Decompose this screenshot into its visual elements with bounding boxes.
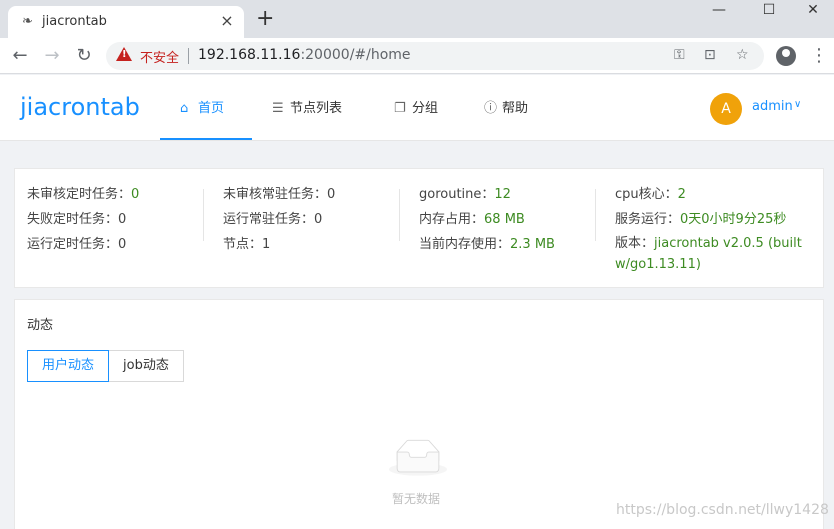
minimize-icon[interactable]: —: [696, 2, 742, 22]
stat-value: 0: [327, 187, 336, 202]
nav-active-indicator: [160, 138, 252, 140]
nav-group-label: 分组: [412, 101, 439, 116]
nav-home[interactable]: ⌂ 首页: [180, 97, 224, 141]
browser-tab[interactable]: ❧ jiacrontab ×: [8, 6, 244, 38]
nav-node-list[interactable]: ☰ 节点列表: [272, 97, 342, 141]
watermark: https://blog.csdn.net/llwy1428: [616, 502, 829, 518]
star-icon[interactable]: ☆: [736, 47, 749, 63]
leaf-icon: ❧: [22, 14, 33, 29]
more-menu-icon[interactable]: ⋮: [810, 44, 828, 68]
stats-divider: [399, 189, 400, 241]
forward-icon[interactable]: →: [40, 44, 64, 68]
home-icon: ⌂: [180, 101, 189, 116]
tab-user-activity[interactable]: 用户动态: [27, 350, 110, 382]
url-path: :20000/#/home: [300, 47, 411, 63]
translate-icon[interactable]: ⊡: [704, 47, 716, 63]
stat-value: 68 MB: [484, 212, 525, 227]
stats-column-1: 未审核定时任务：0 失败定时任务：0 运行定时任务：0: [27, 183, 139, 258]
stat-value: 12: [494, 187, 511, 202]
close-tab-icon[interactable]: ×: [218, 12, 236, 30]
tab-title: jiacrontab: [42, 14, 107, 29]
stat-row: 内存占用：68 MB: [419, 208, 555, 233]
tab-job-activity[interactable]: job动态: [109, 350, 184, 382]
stat-label: 节点：: [223, 237, 263, 252]
stat-value: 0: [131, 187, 140, 202]
address-bar[interactable]: 不安全 192.168.11.16:20000/#/home ⚿ ⊡ ☆: [106, 42, 764, 70]
address-divider: [188, 48, 189, 64]
copy-icon: ❐: [394, 101, 406, 116]
stat-label: 运行常驻任务：: [223, 212, 315, 227]
stat-label: 内存占用：: [419, 212, 485, 227]
nav-help[interactable]: ⓘ 帮助: [484, 97, 528, 141]
stat-row: 未审核定时任务：0: [27, 183, 139, 208]
insecure-label[interactable]: 不安全: [140, 47, 179, 66]
stat-label: 服务运行：: [615, 212, 681, 227]
stat-row: 版本：jiacrontab v2.0.5 (built w/go1.13.11): [615, 233, 815, 272]
stats-column-2: 未审核常驻任务：0 运行常驻任务：0 节点：1: [223, 183, 335, 258]
stat-row: 服务运行：0天0小时9分25秒: [615, 208, 815, 233]
stat-value: 0: [118, 237, 127, 252]
maximize-icon[interactable]: ☐: [746, 2, 792, 22]
stat-label: 运行定时任务：: [27, 237, 119, 252]
app-header: jiacrontab ⌂ 首页 ☰ 节点列表 ❐ 分组 ⓘ 帮助 A admin ∨: [0, 75, 834, 141]
empty-inbox-icon: [389, 439, 447, 476]
stats-column-4: cpu核心：2 服务运行：0天0小时9分25秒 版本：jiacrontab v2…: [615, 183, 815, 272]
stat-row: goroutine：12: [419, 183, 555, 208]
stats-card: 未审核定时任务：0 失败定时任务：0 运行定时任务：0 未审核常驻任务：0 运行…: [14, 168, 824, 288]
stat-label: 失败定时任务：: [27, 212, 119, 227]
stat-label: 未审核定时任务：: [27, 187, 132, 202]
back-icon[interactable]: ←: [8, 44, 32, 68]
browser-toolbar: ← → ↻ 不安全 192.168.11.16:20000/#/home ⚿ ⊡…: [0, 38, 834, 74]
url-text[interactable]: 192.168.11.16:20000/#/home: [198, 47, 411, 63]
stat-label: 版本：: [615, 236, 655, 251]
stat-value: 0: [118, 212, 127, 227]
stat-row: 运行常驻任务：0: [223, 208, 335, 233]
avatar[interactable]: A: [710, 93, 742, 125]
activity-title: 动态: [27, 318, 54, 333]
activity-card: 动态 用户动态 job动态 暂无数据: [14, 299, 824, 529]
stat-row: cpu核心：2: [615, 183, 815, 208]
key-icon[interactable]: ⚿: [674, 47, 685, 63]
stat-value: 0: [314, 212, 323, 227]
nav-node-list-label: 节点列表: [290, 101, 343, 116]
username[interactable]: admin: [752, 99, 793, 114]
stats-divider: [595, 189, 596, 241]
url-host: 192.168.11.16: [198, 47, 301, 63]
profile-icon[interactable]: [776, 46, 796, 66]
list-icon: ☰: [272, 101, 284, 116]
chevron-down-icon[interactable]: ∨: [794, 99, 801, 110]
stat-value: 2: [677, 187, 686, 202]
app-logo[interactable]: jiacrontab: [20, 93, 140, 121]
stat-value: 2.3 MB: [510, 237, 555, 252]
stats-column-3: goroutine：12 内存占用：68 MB 当前内存使用：2.3 MB: [419, 183, 555, 258]
stat-row: 失败定时任务：0: [27, 208, 139, 233]
stat-row: 未审核常驻任务：0: [223, 183, 335, 208]
window-close-icon[interactable]: ✕: [790, 2, 834, 22]
nav-home-label: 首页: [198, 101, 225, 116]
nav-help-label: 帮助: [502, 101, 529, 116]
stat-row: 节点：1: [223, 233, 335, 258]
activity-tabs: 用户动态 job动态: [27, 350, 184, 382]
stat-value: 1: [262, 237, 271, 252]
nav-group[interactable]: ❐ 分组: [394, 97, 438, 141]
new-tab-icon[interactable]: +: [256, 8, 274, 30]
stat-value: 0天0小时9分25秒: [680, 212, 787, 227]
stat-label: 未审核常驻任务：: [223, 187, 328, 202]
stat-label: 当前内存使用：: [419, 237, 511, 252]
browser-tab-bar: ❧ jiacrontab × + — ☐ ✕: [0, 0, 834, 38]
stat-label: goroutine：: [419, 187, 495, 202]
info-icon: ⓘ: [484, 101, 498, 116]
empty-text: 暂无数据: [392, 492, 441, 506]
stats-divider: [203, 189, 204, 241]
reload-icon[interactable]: ↻: [72, 44, 96, 68]
warning-icon[interactable]: [116, 47, 132, 61]
stat-row: 当前内存使用：2.3 MB: [419, 233, 555, 258]
stat-row: 运行定时任务：0: [27, 233, 139, 258]
stat-label: cpu核心：: [615, 187, 678, 202]
